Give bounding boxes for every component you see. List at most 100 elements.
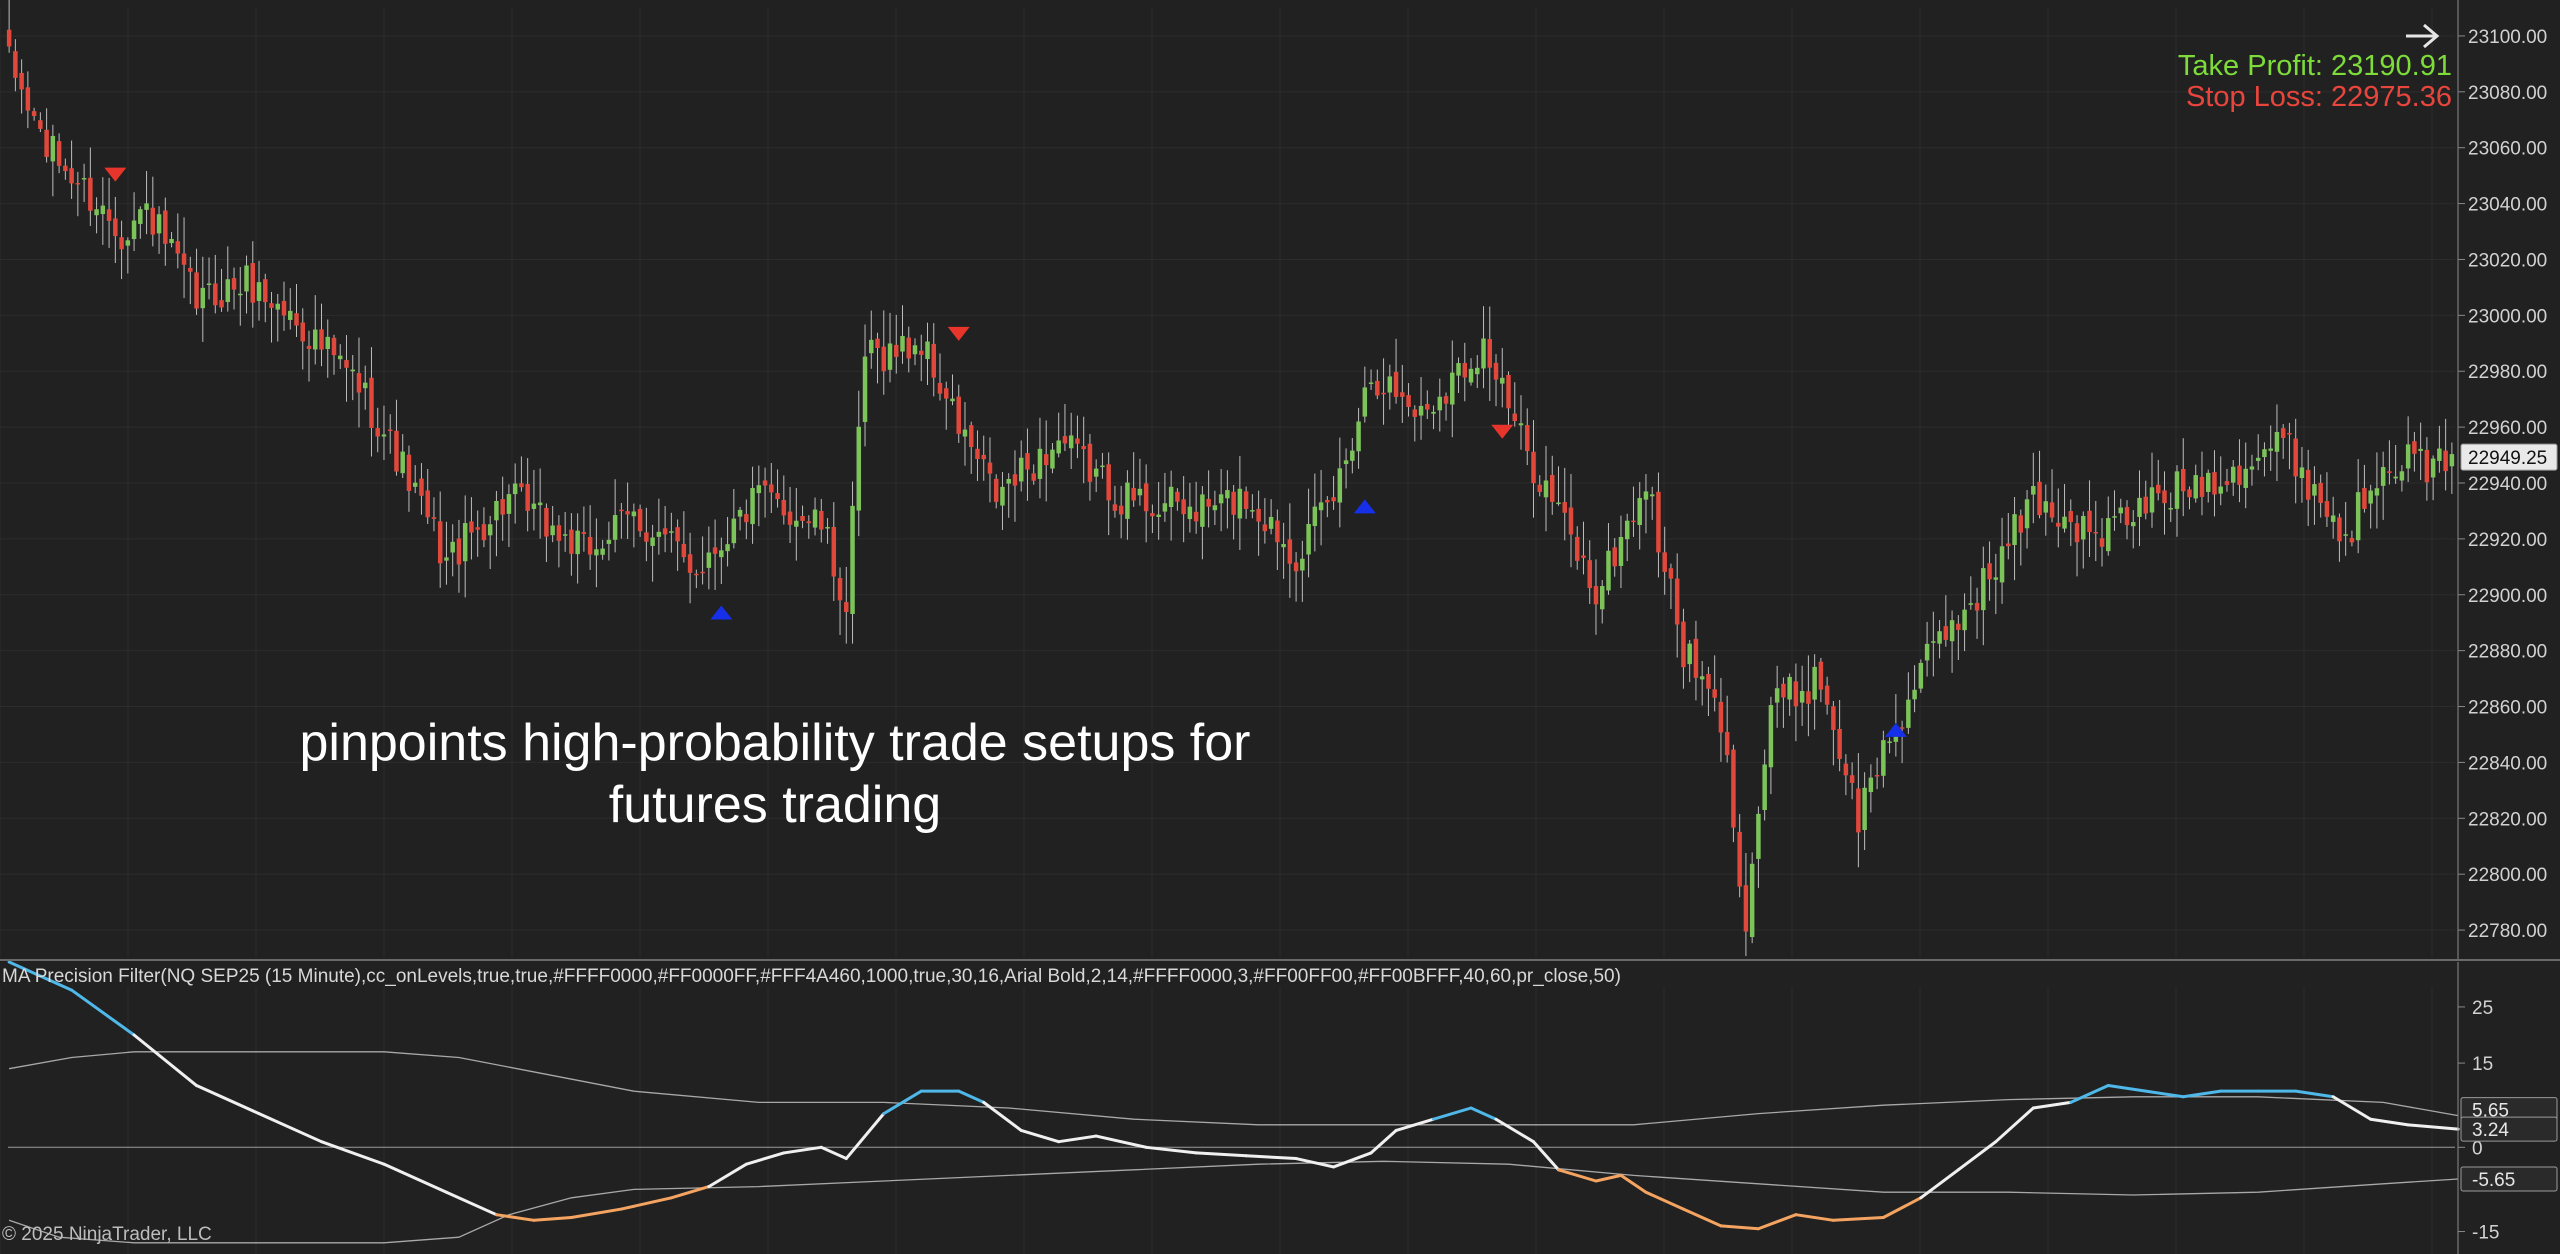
sell-signal-arrow [104, 167, 127, 182]
candle-body [1981, 568, 1986, 611]
candle-body [1268, 516, 1274, 529]
candle-body [1849, 775, 1855, 783]
candle-body [900, 335, 905, 352]
candle-body [450, 541, 455, 553]
candle-body [13, 51, 18, 78]
candle-body [2380, 467, 2386, 486]
candle-body [163, 210, 168, 244]
candle-body [206, 283, 212, 285]
candle-body [2362, 487, 2367, 509]
candle-body [1093, 468, 1099, 477]
candle-body [837, 578, 843, 601]
candle-body [2131, 522, 2136, 527]
chart-canvas[interactable]: 23100.00 23080.00 23060.00 23040.00 23020.00… [0, 0, 2560, 1254]
candle-body [1699, 676, 1705, 680]
oscillator-segment [382, 1162, 448, 1194]
candle-body [1381, 392, 1386, 395]
candle-body [63, 165, 68, 172]
oscillator-segment [1881, 1196, 1923, 1219]
tick-label: 22880.00 [2468, 642, 2547, 663]
candle-body [1774, 688, 1780, 703]
candle-body [275, 303, 281, 310]
candle-body [131, 220, 137, 240]
candle-body [175, 241, 181, 254]
candle-body [2106, 518, 2111, 552]
candle-body [806, 521, 812, 524]
tick-label: 22980.00 [2468, 362, 2547, 383]
price-axis[interactable]: 23100.00 23080.00 23060.00 23040.00 23020.00… [2457, 0, 2558, 960]
candle-body [244, 265, 249, 292]
candle-body [1718, 701, 1724, 733]
candle-body [581, 532, 587, 534]
candle-body [675, 527, 680, 542]
candle-body [256, 282, 262, 301]
candle-body [812, 509, 818, 528]
candle-body [444, 557, 449, 561]
tick-label: 22820.00 [2468, 809, 2547, 830]
candle-body [1125, 482, 1130, 519]
candle-body [1068, 435, 1074, 449]
candle-body [1593, 586, 1599, 605]
candle-body [594, 549, 599, 556]
candle-body [1531, 451, 1536, 484]
candle-body [2318, 482, 2323, 503]
candle-body [1000, 486, 1005, 506]
candle-body [2368, 490, 2373, 504]
candle-body [1518, 423, 1524, 426]
candle-body [2280, 428, 2286, 438]
indicator-axis[interactable]: 25150-155.653.24-5.65 [2457, 962, 2558, 1254]
candle-body [2193, 475, 2198, 499]
candle-body [1362, 387, 1368, 417]
oscillator-segment [2031, 1100, 2073, 1110]
candle-body [950, 398, 955, 402]
candle-body [1931, 641, 1936, 643]
candle-body [993, 478, 999, 502]
candle-body [775, 493, 780, 500]
candle-body [1343, 460, 1349, 465]
candle-body [144, 203, 149, 210]
buy-signal-arrow [1884, 722, 1907, 737]
oscillator-segment [957, 1089, 986, 1104]
candle-body [1668, 568, 1674, 579]
candle-body [725, 544, 730, 552]
oscillator-segment [1019, 1128, 1061, 1144]
candle-body [1856, 788, 1861, 833]
candle-body [1493, 362, 1499, 380]
candle-body [1293, 562, 1299, 572]
candle-body [1262, 524, 1268, 532]
oscillator-segment [1794, 1213, 1835, 1222]
candle-body [1887, 741, 1892, 743]
candle-body [2162, 490, 2167, 504]
candle-body [213, 283, 218, 306]
candle-body [2137, 497, 2142, 517]
candle-body [887, 343, 893, 370]
candle-body [1312, 506, 1318, 526]
candle-body [306, 345, 312, 349]
candle-body [1218, 494, 1224, 504]
candle-body [1168, 486, 1174, 507]
candle-body [2424, 449, 2430, 483]
candle-body [1406, 395, 1411, 407]
candle-body [794, 520, 799, 527]
candle-body [238, 293, 243, 296]
candle-body [731, 518, 737, 544]
tick-label: 22940.00 [2468, 474, 2547, 495]
candle-body [2143, 496, 2149, 514]
oscillator-segment [1756, 1213, 1798, 1231]
oscillator-segment [819, 1145, 848, 1161]
candle-body [1618, 537, 1624, 566]
candle-body [1118, 505, 1124, 515]
candle-body [1549, 474, 1555, 502]
candle-body [1568, 507, 1574, 535]
candle-body [694, 573, 699, 576]
candle-body [2212, 472, 2217, 495]
candle-body [1181, 499, 1186, 515]
candle-body [1325, 499, 1330, 503]
candle-body [656, 531, 662, 537]
candle-body [362, 382, 368, 389]
tick-label: 23080.00 [2468, 83, 2547, 104]
candle-body [1306, 523, 1311, 555]
oscillator-segment [2406, 1123, 2460, 1131]
candle-body [1081, 446, 1086, 450]
candle-body [1506, 374, 1511, 409]
